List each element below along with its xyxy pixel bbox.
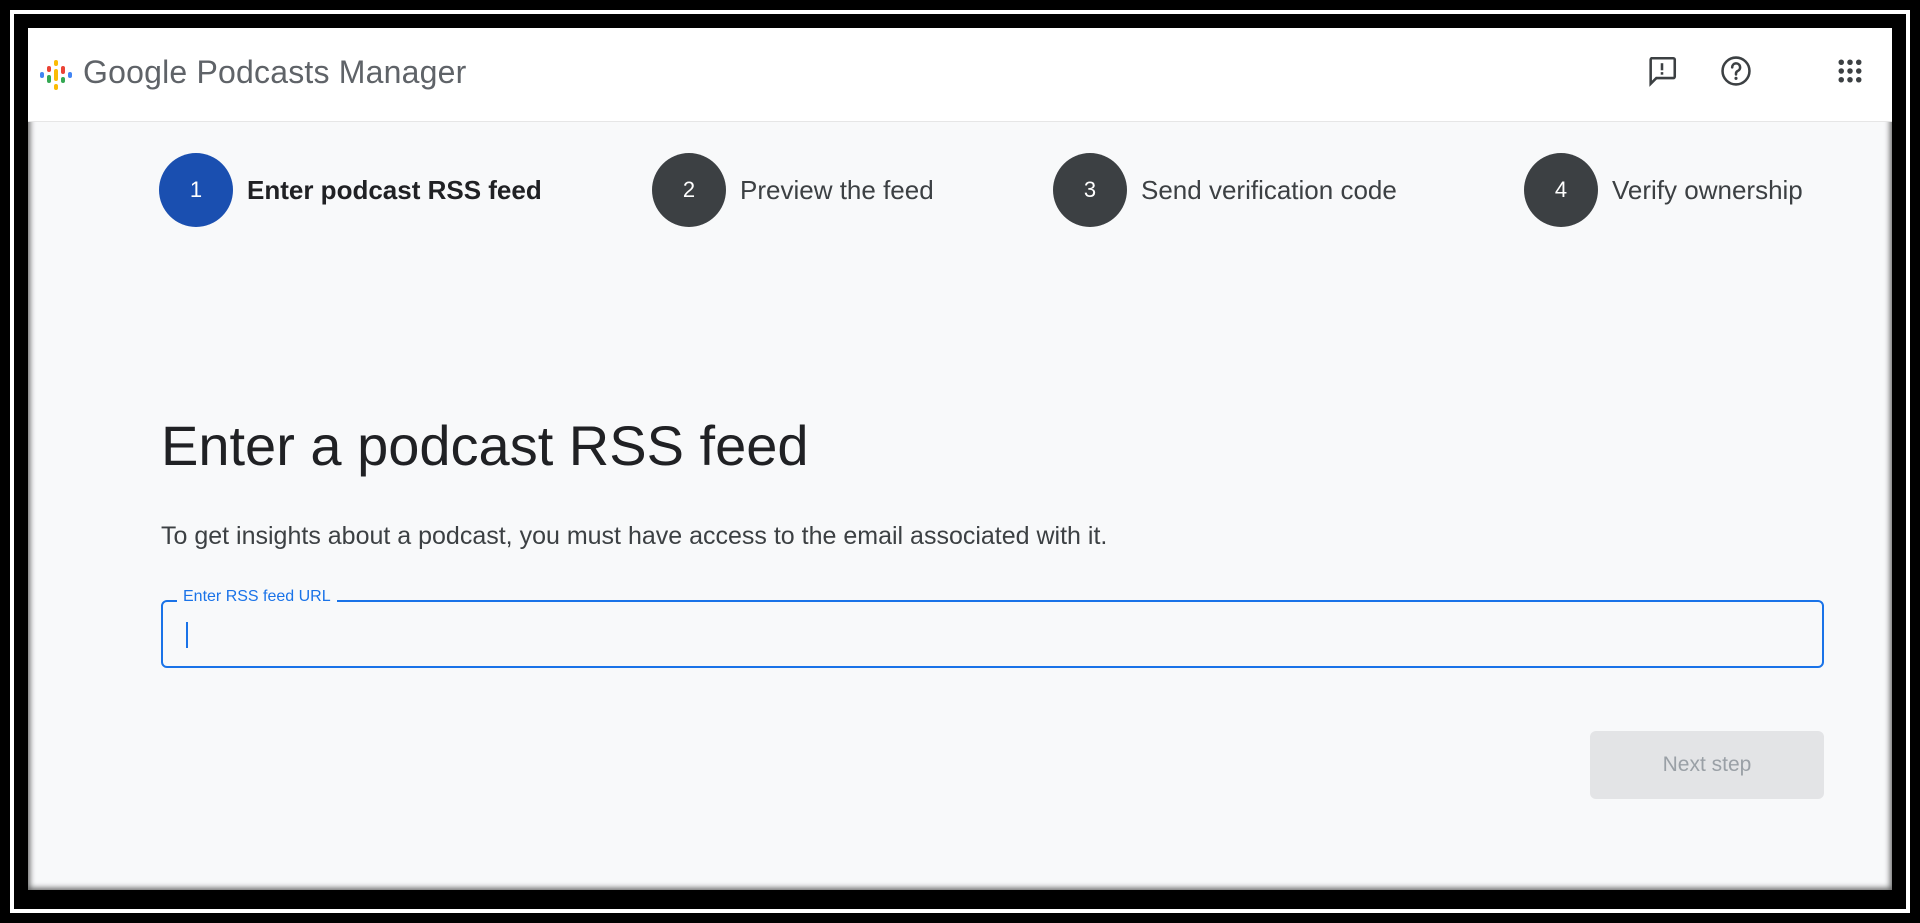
next-step-button[interactable]: Next step (1590, 731, 1824, 799)
help-icon[interactable] (1716, 51, 1756, 91)
step-verify-ownership[interactable]: 4 Verify ownership (1524, 152, 1803, 228)
step-number: 1 (159, 153, 233, 227)
outer-frame: Google Podcasts Manager 1 Enter podcast … (0, 0, 1920, 923)
step-send-verification-code[interactable]: 3 Send verification code (1053, 152, 1397, 228)
step-label: Verify ownership (1612, 174, 1803, 205)
app-title[interactable]: Google Podcasts Manager (83, 54, 467, 91)
text-cursor (186, 622, 188, 648)
step-preview-feed[interactable]: 2 Preview the feed (652, 152, 934, 228)
step-label: Preview the feed (740, 174, 934, 205)
google-podcasts-logo-icon[interactable] (40, 58, 72, 92)
app-window: Google Podcasts Manager 1 Enter podcast … (28, 28, 1892, 890)
step-number: 2 (652, 153, 726, 227)
page-description: To get insights about a podcast, you mus… (161, 522, 1108, 550)
top-app-bar: Google Podcasts Manager (28, 28, 1892, 122)
step-label: Send verification code (1141, 174, 1397, 205)
step-enter-rss-feed[interactable]: 1 Enter podcast RSS feed (159, 152, 542, 228)
step-number: 3 (1053, 153, 1127, 227)
step-label: Enter podcast RSS feed (247, 174, 542, 205)
rss-feed-url-input[interactable] (181, 612, 1805, 658)
apps-grid-icon[interactable] (1830, 51, 1870, 91)
step-number: 4 (1524, 153, 1598, 227)
rss-feed-url-field[interactable]: Enter RSS feed URL (161, 588, 1824, 668)
page-title: Enter a podcast RSS feed (161, 414, 809, 477)
feedback-icon[interactable] (1642, 51, 1682, 91)
rss-feed-url-label: Enter RSS feed URL (177, 588, 337, 606)
